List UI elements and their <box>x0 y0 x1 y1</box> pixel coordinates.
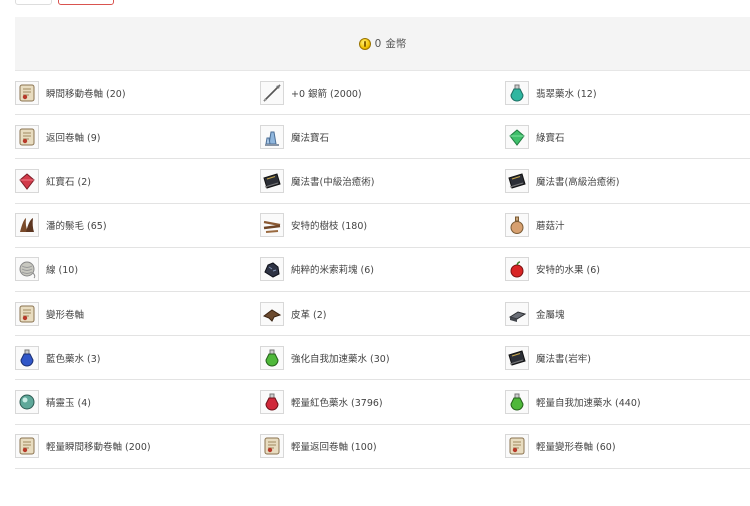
item-row: 返回卷軸 (9) 魔法寶石 綠寶石 <box>15 115 750 160</box>
item-label: 金屬塊 <box>536 309 565 321</box>
blue-potion-icon <box>15 345 39 370</box>
item-cell[interactable]: 輕量紅色藥水 (3796) <box>260 380 505 423</box>
item-label: 紅寶石 (2) <box>46 176 91 188</box>
scroll-icon <box>15 434 39 459</box>
item-label: 蘑菇汁 <box>536 221 565 233</box>
tab-button-active[interactable] <box>58 0 114 5</box>
item-cell[interactable]: 輕量返回卷軸 (100) <box>260 425 505 468</box>
item-cell[interactable]: 安特的水果 (6) <box>505 248 750 291</box>
item-label: 輕量自我加速藥水 (440) <box>536 397 641 409</box>
green-potion-icon <box>505 389 529 414</box>
item-label: 輕量變形卷軸 (60) <box>536 442 616 454</box>
item-cell[interactable]: 皮革 (2) <box>260 292 505 335</box>
item-label: 純粹的米索莉塊 (6) <box>291 265 374 277</box>
item-cell[interactable]: 紅寶石 (2) <box>15 159 260 202</box>
item-cell[interactable]: 精靈玉 (4) <box>15 380 260 423</box>
scroll-icon <box>15 124 39 149</box>
item-cell[interactable]: 魔法寶石 <box>260 115 505 158</box>
apple-icon <box>505 257 529 282</box>
item-label: 精靈玉 (4) <box>46 397 91 409</box>
mane-icon <box>15 213 39 238</box>
scroll-icon <box>505 434 529 459</box>
item-cell[interactable]: 輕量變形卷軸 (60) <box>505 425 750 468</box>
item-cell[interactable]: 翡翠藥水 (12) <box>505 71 750 114</box>
item-label: 魔法書(高級治癒術) <box>536 176 620 188</box>
item-cell[interactable]: 返回卷軸 (9) <box>15 115 260 158</box>
item-cell[interactable]: 輕量自我加速藥水 (440) <box>505 380 750 423</box>
item-cell[interactable]: 蘑菇汁 <box>505 204 750 247</box>
item-cell[interactable]: 魔法書(中級治癒術) <box>260 159 505 202</box>
flask-icon <box>505 213 529 238</box>
item-label: +0 銀箭 (2000) <box>291 88 362 100</box>
item-label: 魔法書(中級治癒術) <box>291 176 375 188</box>
item-row: 紅寶石 (2) 魔法書(中級治癒術) 魔法書(高級治癒術) <box>15 159 750 204</box>
tab-button[interactable] <box>15 0 52 5</box>
emerald-icon <box>505 124 529 149</box>
item-cell[interactable]: 瞬間移動卷軸 (20) <box>15 71 260 114</box>
red-potion-icon <box>260 389 284 414</box>
item-cell[interactable]: 線 (10) <box>15 248 260 291</box>
item-label: 藍色藥水 (3) <box>46 353 101 365</box>
coin-unit: 金幣 <box>385 38 407 50</box>
leather-icon <box>260 301 284 326</box>
item-row: 精靈玉 (4) 輕量紅色藥水 (3796) 輕量自我加速藥水 (440) <box>15 380 750 425</box>
item-cell[interactable]: 藍色藥水 (3) <box>15 336 260 379</box>
thread-icon <box>15 257 39 282</box>
item-cell[interactable]: 強化自我加速藥水 (30) <box>260 336 505 379</box>
item-row: 潘的鬃毛 (65) 安特的樹枝 (180) 蘑菇汁 <box>15 204 750 248</box>
orb-icon <box>15 389 39 414</box>
item-label: 魔法書(岩牢) <box>536 353 591 365</box>
item-row: 輕量瞬間移動卷軸 (200) 輕量返回卷軸 (100) 輕量變形卷軸 (60) <box>15 425 750 469</box>
coin-amount: 0 <box>374 37 382 50</box>
item-cell[interactable]: 輕量瞬間移動卷軸 (200) <box>15 425 260 468</box>
item-row: 瞬間移動卷軸 (20) +0 銀箭 (2000) 翡翠藥水 (12) <box>15 71 750 116</box>
item-label: 輕量紅色藥水 (3796) <box>291 397 383 409</box>
scroll-icon <box>260 434 284 459</box>
teal-potion-icon <box>505 80 529 105</box>
scroll-icon <box>15 301 39 326</box>
item-cell[interactable]: 安特的樹枝 (180) <box>260 204 505 247</box>
item-cell[interactable]: 魔法書(岩牢) <box>505 336 750 379</box>
crystal-icon <box>260 124 284 149</box>
ore-icon <box>260 257 284 282</box>
item-cell[interactable]: 魔法書(高級治癒術) <box>505 159 750 202</box>
item-row: 變形卷軸 皮革 (2) 金屬塊 <box>15 292 750 337</box>
item-label: 綠寶石 <box>536 132 565 144</box>
spellbook-icon <box>260 168 284 193</box>
item-row: 藍色藥水 (3) 強化自我加速藥水 (30) 魔法書(岩牢) <box>15 336 750 381</box>
coin-icon <box>358 37 371 50</box>
item-label: 變形卷軸 <box>46 309 85 321</box>
item-cell[interactable]: 綠寶石 <box>505 115 750 158</box>
item-label: 安特的水果 (6) <box>536 265 600 277</box>
coin-balance-bar: 0 金幣 <box>15 17 750 71</box>
item-label: 返回卷軸 (9) <box>46 132 101 144</box>
arrow-icon <box>260 80 284 105</box>
item-label: 輕量瞬間移動卷軸 (200) <box>46 442 151 454</box>
green-potion-icon <box>260 345 284 370</box>
item-cell[interactable]: 潘的鬃毛 (65) <box>15 204 260 247</box>
item-label: 線 (10) <box>46 265 79 277</box>
item-row: 線 (10) 純粹的米索莉塊 (6) 安特的水果 (6) <box>15 248 750 292</box>
item-label: 輕量返回卷軸 (100) <box>291 442 377 454</box>
item-label: 強化自我加速藥水 (30) <box>291 353 390 365</box>
item-label: 瞬間移動卷軸 (20) <box>46 88 126 100</box>
item-label: 潘的鬃毛 (65) <box>46 221 107 233</box>
ruby-icon <box>15 168 39 193</box>
spellbook-icon <box>505 168 529 193</box>
item-label: 翡翠藥水 (12) <box>536 88 597 100</box>
branch-icon <box>260 213 284 238</box>
item-cell[interactable]: 變形卷軸 <box>15 292 260 335</box>
spellbook-icon <box>505 345 529 370</box>
item-label: 安特的樹枝 (180) <box>291 221 368 233</box>
item-cell[interactable]: 金屬塊 <box>505 292 750 335</box>
item-cell[interactable]: +0 銀箭 (2000) <box>260 71 505 114</box>
scroll-icon <box>15 80 39 105</box>
item-cell[interactable]: 純粹的米索莉塊 (6) <box>260 248 505 291</box>
top-tabs <box>0 0 750 8</box>
item-label: 魔法寶石 <box>291 132 330 144</box>
metal-icon <box>505 301 529 326</box>
item-label: 皮革 (2) <box>291 309 327 321</box>
inventory-grid: 瞬間移動卷軸 (20) +0 銀箭 (2000) 翡翠藥水 (12) 返回卷軸 (9)… <box>15 71 750 469</box>
